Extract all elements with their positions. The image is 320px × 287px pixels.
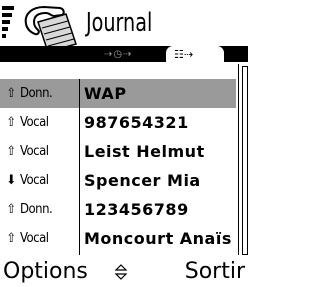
- outgoing-arrow-icon: ⇧: [6, 115, 16, 130]
- list-item[interactable]: ⇧ Donn. WAP: [0, 79, 236, 108]
- log-list-icon: ☷⇢: [174, 48, 194, 61]
- outgoing-arrow-icon: ⇧: [6, 231, 16, 246]
- list-item[interactable]: ⬇ Vocal Spencer Mia: [0, 166, 236, 195]
- list-item[interactable]: ⇧ Vocal Leist Helmut: [0, 137, 236, 166]
- entry-type: ⇧ Vocal: [0, 108, 78, 137]
- outgoing-arrow-icon: ⇧: [6, 202, 16, 217]
- entry-value: Leist Helmut: [84, 142, 205, 161]
- entry-type: ⇧ Donn.: [0, 195, 78, 224]
- entry-type-label: Vocal: [20, 173, 49, 188]
- entry-value: WAP: [84, 84, 127, 103]
- outgoing-arrow-icon: ⇧: [6, 86, 16, 101]
- entry-type: ⬇ Vocal: [0, 166, 78, 195]
- call-log-list: ⇧ Donn. WAP ⇧ Vocal 987654321 ⇧ Vocal Le…: [0, 79, 236, 253]
- entry-type: ⇧ Vocal: [0, 137, 78, 166]
- entry-value: Moncourt Anaïs: [84, 229, 232, 248]
- entry-type-label: Vocal: [20, 144, 49, 159]
- call-duration-timer-icon: ⇢◷⇢: [104, 49, 133, 60]
- phone-handset-with-book-icon: [24, 5, 77, 52]
- exit-softkey[interactable]: Sortir: [185, 257, 245, 287]
- list-item[interactable]: ⇧ Vocal Moncourt Anaïs: [0, 224, 236, 253]
- entry-type-label: Donn.: [20, 202, 53, 217]
- list-item[interactable]: ⇧ Vocal 987654321: [0, 108, 236, 137]
- list-item[interactable]: ⇧ Donn. 123456789: [0, 195, 236, 224]
- tab-call-timers[interactable]: ⇢◷⇢: [104, 47, 166, 62]
- entry-type-label: Vocal: [20, 115, 49, 130]
- entry-type: ⇧ Donn.: [0, 79, 78, 108]
- entry-value: 987654321: [84, 113, 189, 132]
- tab-left-arrow-icon[interactable]: [90, 2, 98, 14]
- column-divider: [79, 79, 80, 255]
- softkey-bar: Options Sortir: [0, 256, 248, 287]
- incoming-arrow-icon: ⬇: [6, 173, 16, 188]
- entry-value: 123456789: [84, 200, 189, 219]
- entry-type-label: Donn.: [20, 86, 53, 101]
- options-softkey[interactable]: Options: [3, 257, 88, 287]
- tab-log-list[interactable]: ☷⇢: [166, 46, 224, 64]
- outgoing-arrow-icon: ⇧: [6, 144, 16, 159]
- entry-type: ⇧ Vocal: [0, 224, 78, 253]
- entry-value: Spencer Mia: [84, 171, 201, 190]
- scroll-up-down-icon: [115, 264, 127, 280]
- scrollbar[interactable]: [238, 64, 248, 255]
- entry-type-label: Vocal: [20, 231, 49, 246]
